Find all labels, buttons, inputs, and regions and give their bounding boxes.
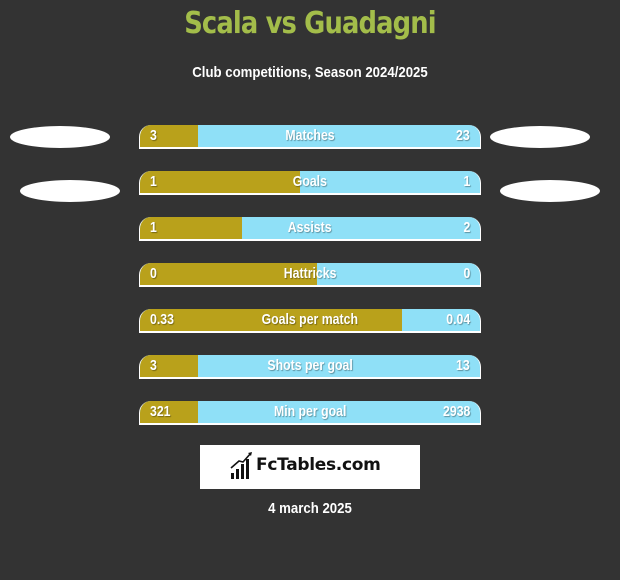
stat-row-min-per-goal: Min per goal 321 2938 (139, 401, 481, 425)
left-value: 1 (150, 173, 157, 190)
left-value: 321 (150, 403, 171, 420)
right-value: 23 (456, 127, 470, 144)
bar-chart-trend-icon (230, 452, 252, 479)
report-date: 4 march 2025 (268, 500, 352, 517)
stat-row-matches: Matches 3 23 (139, 125, 481, 149)
right-value: 1 (463, 173, 470, 190)
stat-row-assists: Assists 1 2 (139, 217, 481, 241)
competition-subtitle: Club competitions, Season 2024/2025 (192, 64, 428, 81)
fctables-logo[interactable]: FcTables.com (200, 445, 420, 489)
left-player-badge-placeholder (10, 126, 110, 148)
right-value: 2938 (442, 403, 470, 420)
left-value: 3 (150, 127, 157, 144)
right-player-badge-placeholder (490, 126, 590, 148)
left-value: 0.33 (150, 311, 174, 328)
logo-text: FcTables.com (256, 455, 381, 475)
right-team-badge-placeholder (500, 180, 600, 202)
left-value: 0 (150, 265, 157, 282)
stat-label: Goals per match (261, 311, 359, 328)
stat-label: Matches (285, 127, 335, 144)
stat-label: Min per goal (273, 403, 347, 420)
right-value: 0 (463, 265, 470, 282)
right-value: 13 (456, 357, 470, 374)
left-value: 1 (150, 219, 157, 236)
stat-row-shots-per-goal: Shots per goal 3 13 (139, 355, 481, 379)
stat-label: Assists (288, 219, 332, 236)
stat-row-hattricks: Hattricks 0 0 (139, 263, 481, 287)
page-title: Scala vs Guadagni (184, 6, 436, 41)
stat-label: Shots per goal (267, 357, 353, 374)
left-team-badge-placeholder (20, 180, 120, 202)
right-value: 2 (463, 219, 470, 236)
stat-row-goals: Goals 1 1 (139, 171, 481, 195)
stat-label: Hattricks (283, 265, 337, 282)
stat-label: Goals (292, 173, 328, 190)
stat-row-goals-per-match: Goals per match 0.33 0.04 (139, 309, 481, 333)
left-value: 3 (150, 357, 157, 374)
right-value: 0.04 (446, 311, 470, 328)
